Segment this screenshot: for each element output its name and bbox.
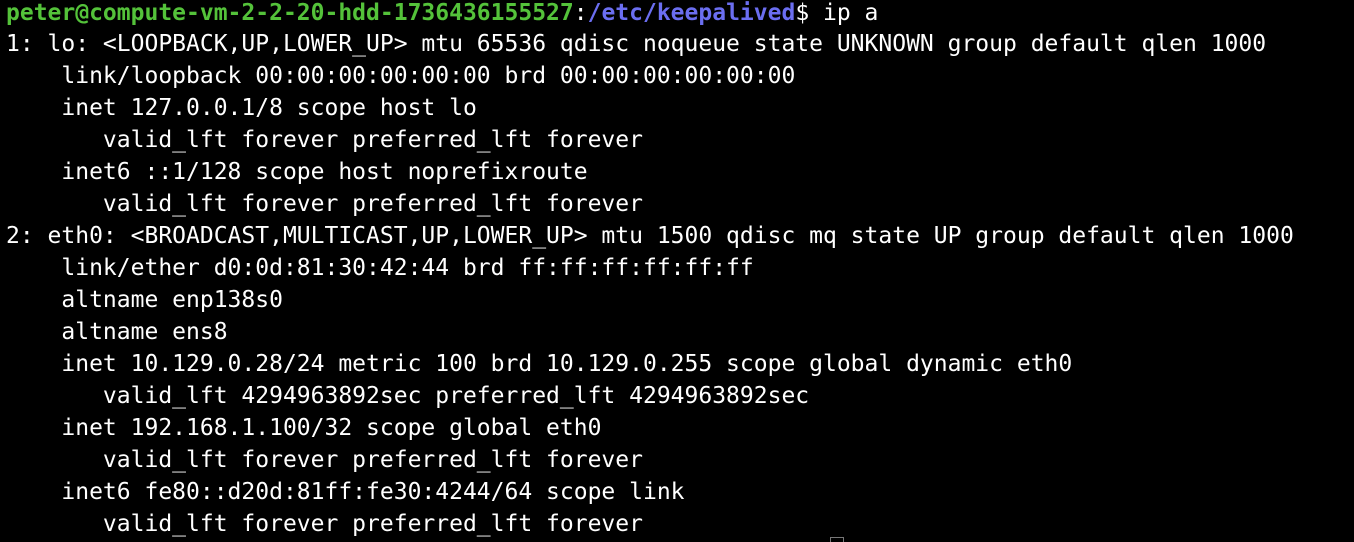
output-line: inet6 fe80::d20d:81ff:fe30:4244/64 scope… [6, 479, 685, 505]
terminal-window[interactable]: peter@compute-vm-2-2-20-hdd-173643615552… [0, 0, 1354, 542]
prompt-separator: : [573, 0, 588, 26]
output-line: inet 10.129.0.28/24 metric 100 brd 10.12… [6, 351, 1073, 377]
output-line: valid_lft 4294963892sec preferred_lft 42… [6, 383, 810, 409]
output-line: valid_lft forever preferred_lft forever [6, 191, 643, 217]
output-line: valid_lft forever preferred_lft forever [6, 447, 643, 473]
output-line: inet 192.168.1.100/32 scope global eth0 [6, 415, 602, 441]
output-line: altname ens8 [6, 319, 228, 345]
output-line: altname enp138s0 [6, 287, 283, 313]
output-line: link/loopback 00:00:00:00:00:00 brd 00:0… [6, 63, 796, 89]
prompt-user-host: peter@compute-vm-2-2-20-hdd-173643615552… [6, 0, 574, 26]
output-line: inet 127.0.0.1/8 scope host lo [6, 95, 477, 121]
output-line: link/ether d0:0d:81:30:42:44 brd ff:ff:f… [6, 255, 754, 281]
output-line: inet6 ::1/128 scope host noprefixroute [6, 159, 588, 185]
prompt-line: peter@compute-vm-2-2-20-hdd-173643615552… [6, 0, 878, 29]
text-cursor-icon [830, 537, 844, 542]
output-line: valid_lft forever preferred_lft forever [6, 127, 643, 153]
prompt-symbol: $ [795, 0, 810, 26]
output-line: valid_lft forever preferred_lft forever [6, 511, 643, 537]
output-line: 2: eth0: <BROADCAST,MULTICAST,UP,LOWER_U… [6, 223, 1294, 249]
prompt-cwd: /etc/keepalived [587, 0, 796, 26]
output-line: 1: lo: <LOOPBACK,UP,LOWER_UP> mtu 65536 … [6, 31, 1267, 57]
prompt-command: ip a [809, 0, 879, 26]
